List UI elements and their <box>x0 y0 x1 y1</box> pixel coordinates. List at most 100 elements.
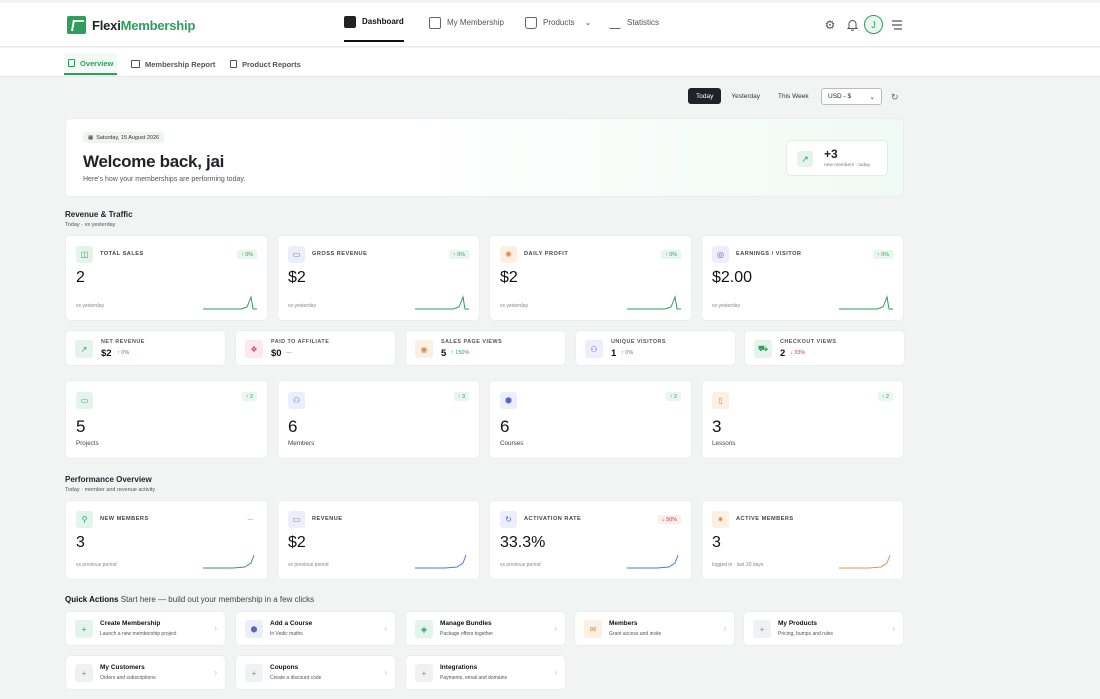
count-card-courses[interactable]: ⬢ ↑ 2 6 Courses <box>489 380 692 459</box>
delta-badge: ↑ 0% <box>661 250 681 259</box>
currency-select[interactable]: USD - $ ⌄ <box>821 88 882 105</box>
chevron-right-icon: › <box>554 624 557 633</box>
stat-card-daily-profit: ✺ DAILY PROFIT ↑ 0% $2 vs yesterday <box>489 235 692 321</box>
nav-my-membership[interactable]: My Membership <box>429 3 504 42</box>
gear-icon[interactable]: ⚙ <box>823 18 837 32</box>
sparkline <box>415 295 469 310</box>
chevron-right-icon: › <box>214 668 217 677</box>
tab-overview[interactable]: Overview <box>64 53 118 75</box>
nav-statistics[interactable]: Statistics <box>609 3 659 42</box>
perf-card-revenue: ▭ REVENUE $2 vs previous period <box>277 500 480 580</box>
user-plus-icon: ⚲ <box>76 511 93 528</box>
bag-icon <box>230 60 237 68</box>
delta-up: ↑ 0% <box>117 350 130 356</box>
sub-navigation: Overview Membership Report Product Repor… <box>0 48 1100 77</box>
new-members-summary: ↗ +3 new members · today <box>786 140 888 176</box>
delta-up: ↑ 150% <box>451 350 470 356</box>
count-card-projects[interactable]: ▭ ↑ 2 5 Projects <box>65 380 268 459</box>
stat-value: $2 <box>288 269 306 286</box>
stat-value: $2 <box>500 269 518 286</box>
filter-today[interactable]: Today <box>688 88 722 104</box>
action-create-membership[interactable]: + Create Membership Launch a new members… <box>65 611 226 646</box>
bag-icon <box>525 16 537 29</box>
delta-badge: — <box>247 516 253 523</box>
refresh-icon: ↻ <box>500 511 517 528</box>
quick-actions-heading: Quick Actions Start here — build out you… <box>65 595 315 604</box>
nav-dashboard[interactable]: Dashboard <box>344 3 404 42</box>
stat-card-gross-revenue: ▭ GROSS REVENUE ↑ 0% $2 vs yesterday <box>277 235 480 321</box>
mini-card-paid-to-affiliate: ❖ PAID TO AFFILIATE $0 — <box>235 330 396 366</box>
stat-card-total-sales: ◫ TOTAL SALES ↑ 0% 2 vs yesterday <box>65 235 268 321</box>
filter-this-week[interactable]: This Week <box>770 88 817 104</box>
sparkline <box>203 295 257 310</box>
section-title-revenue: Revenue & Traffic <box>65 210 133 219</box>
welcome-subtitle: Here's how your memberships are performi… <box>83 176 246 183</box>
brand-logo[interactable]: FlexiMembership <box>67 16 195 34</box>
action-manage-bundles[interactable]: ◈ Manage Bundles Package offers together… <box>405 611 566 646</box>
refresh-icon[interactable]: ↻ <box>891 92 899 103</box>
action-my-products[interactable]: + My Products Pricing, bumps and rules › <box>743 611 904 646</box>
top-navbar: FlexiMembership Dashboard My Membership … <box>0 3 1100 47</box>
bell-icon[interactable] <box>845 18 859 32</box>
tab-product-reports[interactable]: Product Reports <box>230 53 301 75</box>
action-coupons[interactable]: + Coupons Create a discount code › <box>235 655 396 690</box>
chevron-right-icon: › <box>384 624 387 633</box>
sun-icon: ✺ <box>500 246 517 263</box>
stat-value: $2.00 <box>712 269 753 286</box>
stat-value: 2 <box>76 269 85 286</box>
wallet-icon: ▭ <box>288 511 305 528</box>
count-card-members[interactable]: ⚇ ↑ 3 6 Members <box>277 380 480 459</box>
welcome-title: Welcome back, jai <box>83 152 225 171</box>
section-subtitle-revenue: Today · vs yesterday <box>65 222 116 228</box>
coin-icon: ◎ <box>712 246 729 263</box>
delta-none: — <box>286 350 292 356</box>
chevron-right-icon: › <box>214 624 217 633</box>
plus-icon: + <box>75 664 93 682</box>
package-icon: ◈ <box>415 620 433 638</box>
menu-icon[interactable] <box>890 18 904 32</box>
welcome-card: ▦ Saturday, 15 August 2026 Welcome back, … <box>65 118 904 197</box>
chevron-right-icon: › <box>723 624 726 633</box>
folder-icon: ▭ <box>76 392 93 409</box>
count-badge: ↑ 3 <box>453 392 469 401</box>
action-members[interactable]: ✉ Members Grant access and invite › <box>574 611 735 646</box>
section-title-performance: Performance Overview <box>65 475 152 484</box>
perf-card-active-members: ✷ ACTIVE MEMBERS 3 logged in · last 30 d… <box>701 500 904 580</box>
users-icon: ⚇ <box>288 392 305 409</box>
count-badge: ↑ 2 <box>241 392 257 401</box>
action-integrations[interactable]: + Integrations Payments, email and domai… <box>405 655 566 690</box>
date-chip: ▦ Saturday, 15 August 2026 <box>83 132 165 143</box>
mini-card-unique-visitors: ⚇ UNIQUE VISITORS 1 ↑ 0% <box>575 330 736 366</box>
cart-icon: ⛟ <box>754 340 772 358</box>
plus-icon: + <box>415 664 433 682</box>
membership-icon <box>429 16 441 29</box>
sparkline <box>627 554 679 569</box>
avatar[interactable]: J <box>864 15 883 34</box>
tab-membership-report[interactable]: Membership Report <box>131 53 215 75</box>
wallet-icon: ▭ <box>288 246 305 263</box>
document-icon <box>68 59 75 67</box>
plus-icon: + <box>753 620 771 638</box>
delta-badge: ↓ 50% <box>658 515 681 524</box>
calendar-icon: ▦ <box>88 134 94 141</box>
perf-card-new-members: ⚲ NEW MEMBERS — 3 vs previous period <box>65 500 268 580</box>
cube-icon: ⬢ <box>500 392 517 409</box>
sparkline <box>627 295 681 310</box>
delta-up: ↑ 0% <box>621 350 634 356</box>
chevron-down-icon: ⌄ <box>584 18 592 27</box>
chevron-right-icon: › <box>384 668 387 677</box>
perf-card-activation-rate: ↻ ACTIVATION RATE ↓ 50% 33.3% vs previou… <box>489 500 692 580</box>
count-badge: ↑ 2 <box>665 392 681 401</box>
filter-yesterday[interactable]: Yesterday <box>723 88 768 104</box>
nav-products[interactable]: Products ⌄ <box>525 3 591 42</box>
mini-card-net-revenue: ↗ NET REVENUE $2 ↑ 0% <box>65 330 226 366</box>
sparkline <box>415 554 467 569</box>
action-my-customers[interactable]: + My Customers Orders and subscriptions … <box>65 655 226 690</box>
logo-icon <box>67 16 86 34</box>
sparkline <box>839 295 893 310</box>
count-card-lessons[interactable]: ▯ ↑ 2 3 Lessons <box>701 380 904 459</box>
cube-icon: ⬢ <box>245 620 263 638</box>
book-icon: ▯ <box>712 392 729 409</box>
sparkle-icon: ✷ <box>712 511 729 528</box>
action-add-course[interactable]: ⬢ Add a Course In Vedic maths › <box>235 611 396 646</box>
